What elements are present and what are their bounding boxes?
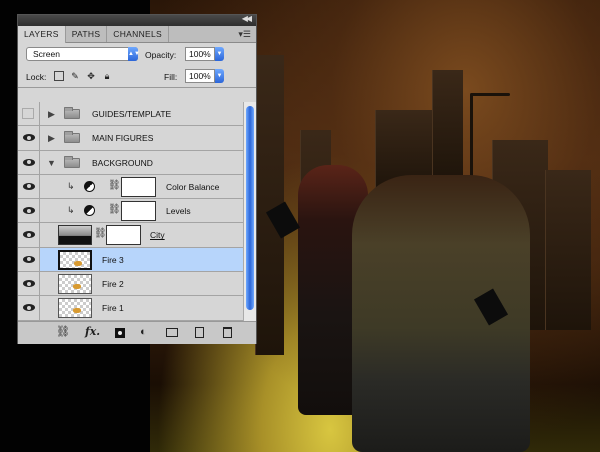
lock-brush-icon[interactable]: ✎ <box>70 71 80 81</box>
layer-row-fire-3[interactable]: Fire 3 <box>18 247 243 273</box>
folder-icon <box>64 131 80 144</box>
eye-icon <box>23 158 35 166</box>
fill-field[interactable]: 100% <box>185 69 215 83</box>
eye-icon <box>23 134 35 142</box>
skyline-building <box>545 170 591 330</box>
layer-name: MAIN FIGURES <box>92 133 154 144</box>
lock-row: Lock: ✎ ✥ 🔒︎ Fill: 100% ▼ <box>18 65 256 88</box>
eye-icon <box>23 231 35 239</box>
layer-mask-thumbnail[interactable] <box>106 225 141 246</box>
folder-icon <box>64 155 80 168</box>
link-chain-icon[interactable]: ⛓︎ <box>108 204 121 215</box>
layer-row-city[interactable]: ⛓︎ City <box>18 223 243 248</box>
lock-move-icon[interactable]: ✥ <box>86 71 96 81</box>
visibility-toggle[interactable] <box>18 223 40 247</box>
layer-list: ▶ GUIDES/TEMPLATE ▶ MAIN FIGURES ▼ BACKG… <box>18 102 243 321</box>
folder-icon <box>64 107 80 119</box>
blend-mode-value: Screen <box>33 49 60 59</box>
collapse-icon[interactable]: ◀◀ <box>242 14 252 23</box>
lock-transparent-icon[interactable] <box>54 71 64 81</box>
panel-titlebar[interactable]: ◀◀ <box>18 14 256 26</box>
layer-thumbnail[interactable] <box>58 298 92 319</box>
layer-mask-thumbnail[interactable] <box>121 176 156 197</box>
blend-mode-select[interactable]: Screen ▲▼ <box>26 47 140 61</box>
expand-triangle-icon[interactable]: ▶ <box>48 109 55 120</box>
tab-channels[interactable]: CHANNELS <box>107 26 169 42</box>
scrollbar-thumb[interactable] <box>246 106 254 310</box>
layer-name: GUIDES/TEMPLATE <box>92 109 172 119</box>
layer-list-scrollbar[interactable] <box>243 102 256 321</box>
adjustment-layer-icon <box>84 205 95 217</box>
visibility-toggle[interactable] <box>18 174 40 199</box>
new-group-icon[interactable] <box>166 328 178 337</box>
layer-row-color-balance[interactable]: ↳ ⛓︎ Color Balance <box>18 174 243 200</box>
layer-name: Color Balance <box>166 181 220 192</box>
select-arrows-icon: ▲▼ <box>128 47 140 61</box>
layer-thumbnail[interactable] <box>58 274 92 295</box>
link-layers-icon[interactable]: ⛓︎ <box>56 326 70 338</box>
visibility-toggle[interactable] <box>18 199 40 223</box>
visibility-toggle[interactable] <box>18 272 40 296</box>
layer-row-fire-1[interactable]: Fire 1 <box>18 296 243 321</box>
link-chain-icon[interactable]: ⛓︎ <box>94 228 107 239</box>
blend-row: Screen ▲▼ Opacity: 100% ▼ <box>18 43 256 65</box>
layer-mask-thumbnail[interactable] <box>121 201 156 222</box>
layer-row-main-figures[interactable]: ▶ MAIN FIGURES <box>18 126 243 151</box>
layer-row-guides-template[interactable]: ▶ GUIDES/TEMPLATE <box>18 102 243 127</box>
opacity-dropdown-icon[interactable]: ▼ <box>215 47 224 61</box>
visibility-toggle[interactable] <box>18 126 40 150</box>
layer-thumbnail[interactable] <box>58 249 92 270</box>
layer-name: City <box>150 230 165 241</box>
hidden-eye-icon <box>22 108 34 119</box>
clipping-arrow-icon: ↳ <box>67 205 75 216</box>
tab-paths[interactable]: PATHS <box>66 26 108 42</box>
panel-footer: ⛓︎ fx. ◐ <box>18 321 256 344</box>
collapse-triangle-icon[interactable]: ▼ <box>47 158 56 168</box>
visibility-toggle[interactable] <box>18 102 40 126</box>
layer-name: Fire 3 <box>102 254 124 265</box>
layer-name: Fire 1 <box>102 303 124 314</box>
layers-panel[interactable]: ◀◀ LAYERS PATHS CHANNELS ▾☰ Screen ▲▼ Op… <box>17 14 257 344</box>
layer-row-background[interactable]: ▼ BACKGROUND <box>18 150 243 175</box>
delete-layer-icon[interactable] <box>223 327 232 338</box>
fire-spot <box>73 284 81 290</box>
layer-thumbnail[interactable] <box>58 225 92 246</box>
layer-name: BACKGROUND <box>92 157 153 168</box>
link-chain-icon[interactable]: ⛓︎ <box>108 180 121 191</box>
layer-row-levels[interactable]: ↳ ⛓︎ Levels <box>18 199 243 224</box>
opacity-field[interactable]: 100% <box>185 47 215 61</box>
lock-all-icon[interactable]: 🔒︎ <box>102 71 112 81</box>
panel-tabs: LAYERS PATHS CHANNELS ▾☰ <box>18 26 256 43</box>
tab-layers[interactable]: LAYERS <box>18 26 66 43</box>
fill-dropdown-icon[interactable]: ▼ <box>215 69 224 83</box>
layer-row-fire-2[interactable]: Fire 2 <box>18 272 243 297</box>
add-mask-icon[interactable] <box>115 328 125 338</box>
new-adjustment-layer-icon[interactable]: ◐ <box>140 326 147 338</box>
layer-name: Fire 2 <box>102 279 124 290</box>
lock-label: Lock: <box>26 72 47 82</box>
clipping-arrow-icon: ↳ <box>67 180 75 191</box>
skyline-building <box>432 70 463 180</box>
expand-triangle-icon[interactable]: ▶ <box>48 133 55 144</box>
eye-icon <box>23 280 35 288</box>
visibility-toggle[interactable] <box>18 247 40 272</box>
fire-spot <box>73 308 81 314</box>
street-lamp-arm <box>470 93 510 96</box>
eye-icon <box>23 207 35 215</box>
eye-icon <box>23 304 35 312</box>
layer-style-fx-icon[interactable]: fx. <box>85 326 100 338</box>
panel-menu-icon[interactable]: ▾☰ <box>238 29 251 40</box>
fill-label: Fill: <box>164 72 178 82</box>
visibility-toggle[interactable] <box>18 150 40 174</box>
eye-icon <box>23 182 35 190</box>
visibility-toggle[interactable] <box>18 296 40 320</box>
new-layer-icon[interactable] <box>195 327 204 338</box>
fire-spot <box>74 260 82 266</box>
opacity-label: Opacity: <box>145 50 177 60</box>
layer-name: Levels <box>166 206 191 217</box>
adjustment-layer-icon <box>84 180 95 192</box>
eye-icon <box>23 255 35 263</box>
